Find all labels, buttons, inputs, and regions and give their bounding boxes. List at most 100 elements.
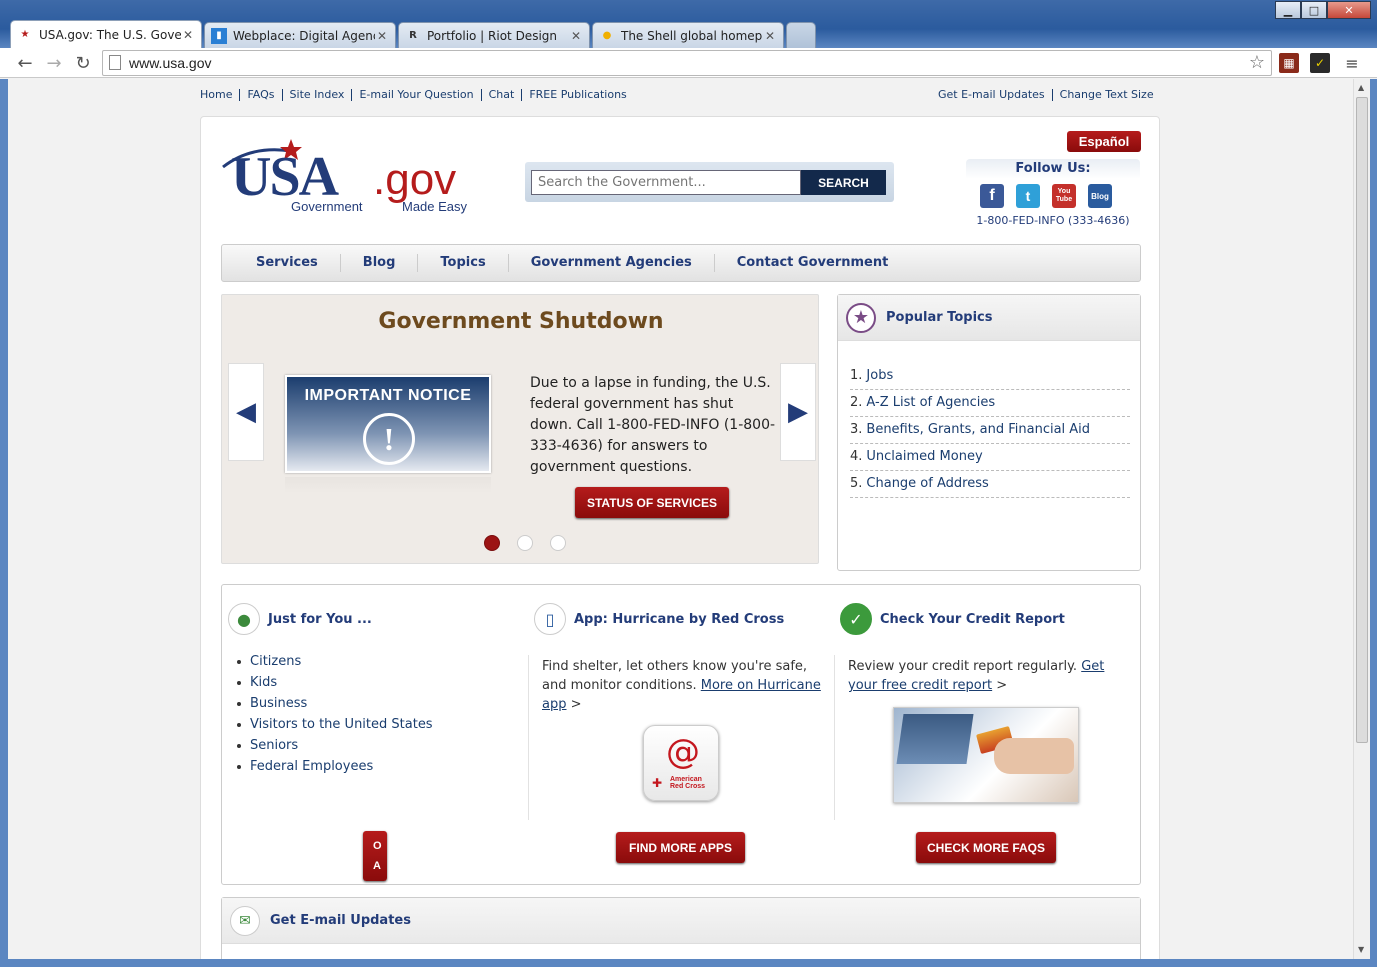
- phone-number: 1-800-FED-INFO (333-4636): [976, 214, 1130, 227]
- window-frame: [0, 959, 1377, 967]
- list-item[interactable]: 3. Benefits, Grants, and Financial Aid: [850, 417, 1130, 444]
- column-header: ▯ App: Hurricane by Red Cross: [534, 603, 784, 635]
- list-item[interactable]: 5. Change of Address: [850, 471, 1130, 498]
- column-title: App: Hurricane by Red Cross: [574, 611, 785, 627]
- page-viewport: Home FAQs Site Index E-mail Your Questio…: [8, 79, 1353, 959]
- url-text: www.usa.gov: [129, 55, 212, 71]
- menu-icon[interactable]: ≡: [1342, 53, 1362, 73]
- list-item[interactable]: 4. Unclaimed Money: [850, 444, 1130, 471]
- status-of-services-button[interactable]: STATUS OF SERVICES: [575, 487, 729, 518]
- hurricane-symbol-icon: @: [666, 732, 700, 772]
- usagov-logo[interactable]: USA .gov Government Made Easy: [221, 137, 481, 221]
- scroll-up-icon[interactable]: ▲: [1358, 83, 1364, 92]
- util-link-chat[interactable]: Chat: [482, 89, 523, 101]
- util-link-home[interactable]: Home: [200, 89, 241, 101]
- column-description: Find shelter, let others know you're saf…: [542, 659, 821, 712]
- util-link-email-updates[interactable]: Get E-mail Updates: [931, 89, 1053, 101]
- nav-item-services[interactable]: Services: [234, 254, 341, 272]
- exclamation-icon: !: [363, 413, 415, 465]
- list-item[interactable]: Seniors: [237, 735, 433, 756]
- tab-close-icon[interactable]: ✕: [375, 29, 389, 43]
- maximize-button[interactable]: □: [1301, 1, 1327, 19]
- vertical-scrollbar[interactable]: ▲ ▼: [1353, 79, 1370, 959]
- credit-card-laptop-image: [893, 707, 1079, 803]
- star-icon: ★: [846, 302, 876, 333]
- twitter-icon[interactable]: t: [1016, 184, 1040, 208]
- search-input[interactable]: [531, 170, 801, 195]
- app-label: American Red Cross: [670, 776, 706, 790]
- popular-topics-header: ★ Popular Topics: [838, 295, 1140, 341]
- tab-usagov[interactable]: ★ USA.gov: The U.S. Govern ✕: [10, 20, 202, 48]
- tab-close-icon[interactable]: ✕: [763, 29, 777, 43]
- envelope-icon: ✉: [230, 905, 260, 936]
- nav-item-blog[interactable]: Blog: [341, 254, 419, 272]
- list-item[interactable]: Visitors to the United States: [237, 714, 433, 735]
- popular-topics-title: Popular Topics: [886, 310, 993, 325]
- window-frame: [0, 79, 8, 959]
- hero-carousel: Government Shutdown ◀ IMPORTANT NOTICE !…: [221, 294, 819, 564]
- follow-title: Follow Us:: [966, 159, 1140, 179]
- list-item[interactable]: 1. Jobs: [850, 363, 1130, 390]
- extension-check-icon[interactable]: ✓: [1310, 53, 1330, 73]
- red-cross-app-icon[interactable]: @ ✚ American Red Cross: [643, 725, 719, 801]
- util-link-site-index[interactable]: Site Index: [283, 89, 353, 101]
- tab-close-icon[interactable]: ✕: [569, 29, 583, 43]
- column-title: Check Your Credit Report: [880, 611, 1065, 627]
- util-link-text-size[interactable]: Change Text Size: [1053, 89, 1161, 101]
- follow-us: Follow Us: f t You Tube Blog 1-800-FED-I…: [966, 159, 1140, 239]
- scroll-down-icon[interactable]: ▼: [1358, 945, 1364, 954]
- hero-text: Due to a lapse in funding, the U.S. fede…: [530, 375, 776, 475]
- address-bar[interactable]: www.usa.gov ☆: [102, 50, 1272, 76]
- search-button[interactable]: SEARCH: [801, 170, 886, 195]
- tab-riot[interactable]: R Portfolio | Riot Design ✕: [398, 22, 590, 48]
- browser-toolbar: ← → ↻ www.usa.gov ☆ ▦ ✓ ≡: [0, 48, 1377, 78]
- find-more-apps-button[interactable]: FIND MORE APPS: [616, 832, 745, 863]
- carousel-prev-icon[interactable]: ◀: [228, 363, 264, 461]
- carousel-dot[interactable]: [550, 535, 566, 551]
- forward-arrow-icon[interactable]: →: [43, 52, 65, 74]
- email-updates-section: ✉ Get E-mail Updates: [221, 897, 1141, 959]
- nav-item-topics[interactable]: Topics: [418, 254, 509, 272]
- minimize-button[interactable]: ▁: [1275, 1, 1301, 19]
- list-item[interactable]: Kids: [237, 672, 433, 693]
- shell-favicon-icon: ●: [602, 30, 612, 41]
- blog-icon[interactable]: Blog: [1088, 184, 1112, 208]
- tab-webplace[interactable]: ▮ Webplace: Digital Agency ✕: [204, 22, 396, 48]
- list-item[interactable]: 2. A-Z List of Agencies: [850, 390, 1130, 417]
- close-window-button[interactable]: ✕: [1327, 1, 1371, 19]
- tab-shell[interactable]: ● The Shell global homepag ✕: [592, 22, 784, 48]
- util-link-publications[interactable]: FREE Publications: [522, 89, 633, 101]
- page-container: Español USA .gov Government Made Easy SE…: [200, 116, 1160, 959]
- carousel-dot[interactable]: [517, 535, 533, 551]
- reload-icon[interactable]: ↻: [72, 52, 94, 74]
- nav-item-contact[interactable]: Contact Government: [715, 254, 911, 272]
- util-link-email-question[interactable]: E-mail Your Question: [352, 89, 482, 101]
- list-item[interactable]: Federal Employees: [237, 756, 433, 777]
- scrollbar-thumb[interactable]: [1356, 97, 1368, 743]
- list-item[interactable]: Citizens: [237, 651, 433, 672]
- list-item[interactable]: Business: [237, 693, 433, 714]
- nav-item-agencies[interactable]: Government Agencies: [509, 254, 715, 272]
- main-nav: Services Blog Topics Government Agencies…: [221, 244, 1141, 282]
- tab-title: Portfolio | Riot Design: [427, 28, 558, 43]
- search-box: SEARCH: [525, 162, 894, 202]
- bookmark-star-icon[interactable]: ☆: [1249, 52, 1265, 73]
- facebook-icon[interactable]: f: [980, 184, 1004, 208]
- new-tab-button[interactable]: [786, 22, 816, 48]
- utility-nav-left: Home FAQs Site Index E-mail Your Questio…: [200, 89, 634, 101]
- popular-topics: ★ Popular Topics 1. Jobs 2. A-Z List of Ag…: [837, 294, 1141, 571]
- extension-icon[interactable]: ▦: [1279, 53, 1299, 73]
- back-arrow-icon[interactable]: ←: [14, 52, 36, 74]
- more-audiences-button[interactable]: MO AU: [363, 831, 387, 881]
- check-more-faqs-button[interactable]: CHECK MORE FAQS: [916, 832, 1056, 863]
- espanol-button[interactable]: Español: [1067, 131, 1141, 152]
- email-updates-header: ✉ Get E-mail Updates: [222, 898, 1140, 944]
- youtube-icon[interactable]: You Tube: [1052, 184, 1076, 208]
- usagov-favicon-icon: ★: [20, 29, 30, 40]
- carousel-next-icon[interactable]: ▶: [780, 363, 816, 461]
- notice-title: IMPORTANT NOTICE: [304, 387, 472, 404]
- util-link-faqs[interactable]: FAQs: [240, 89, 283, 101]
- tab-close-icon[interactable]: ✕: [181, 28, 195, 42]
- feature-columns: ● Just for You ... Citizens Kids Busines…: [221, 584, 1141, 885]
- carousel-dot[interactable]: [484, 535, 500, 551]
